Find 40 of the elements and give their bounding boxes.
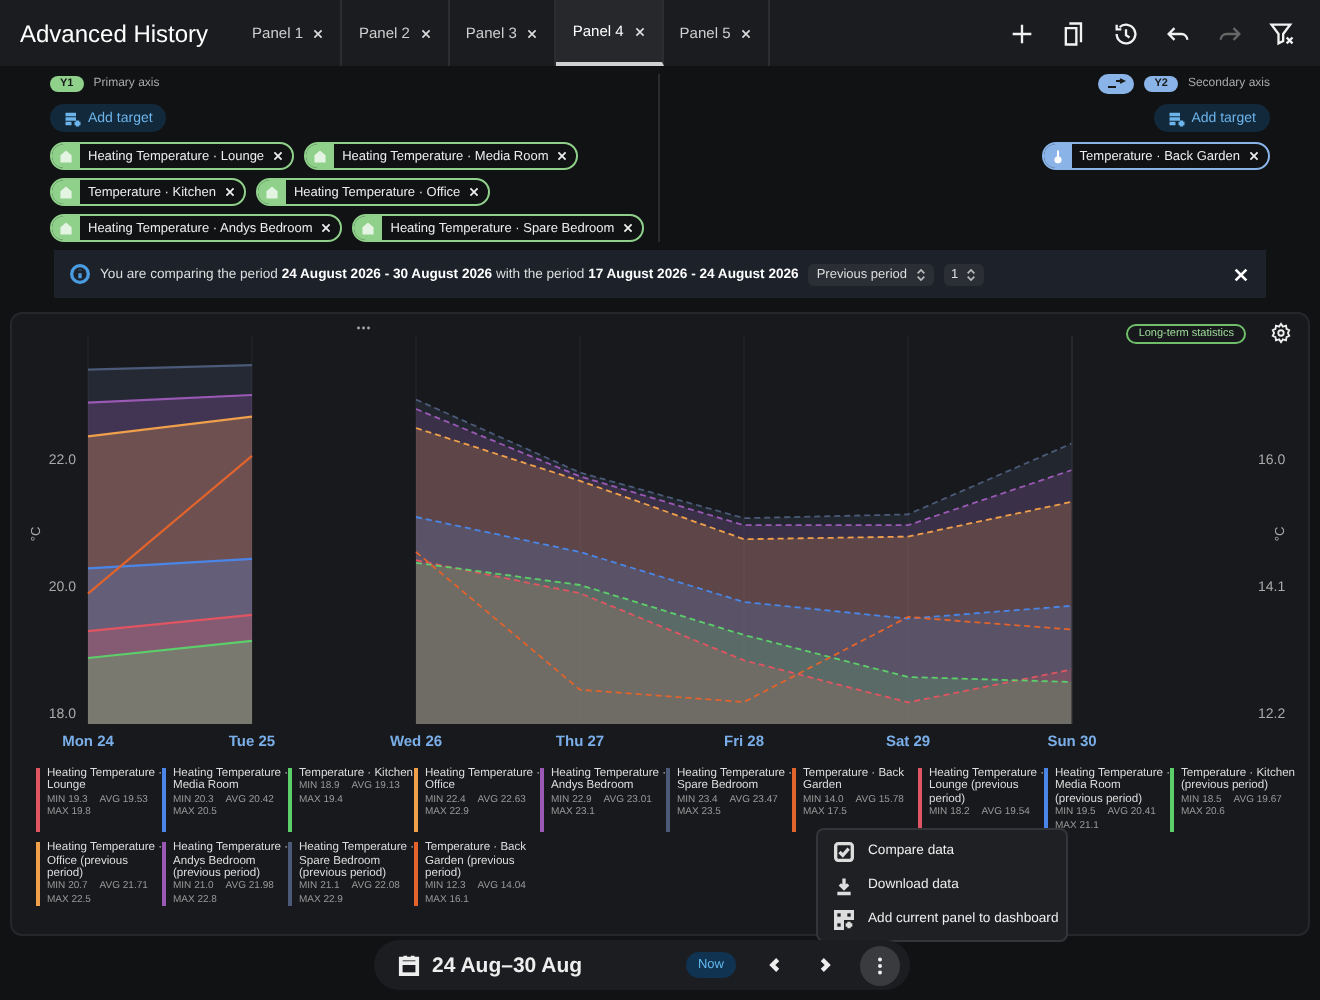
more-button[interactable]	[860, 945, 900, 985]
previous-icon[interactable]	[766, 956, 784, 974]
dashboard-add-icon	[834, 909, 854, 929]
download-icon	[834, 875, 854, 895]
house-icon	[58, 184, 74, 200]
drag-handle-icon[interactable]	[357, 326, 370, 330]
calendar-icon[interactable]	[398, 954, 420, 976]
filter-clear-icon[interactable]	[1268, 19, 1296, 47]
thermometer-icon	[1049, 148, 1066, 164]
next-icon[interactable]	[816, 956, 834, 974]
house-icon	[58, 220, 74, 236]
copy-icon[interactable]	[1060, 19, 1088, 47]
house-icon	[360, 220, 377, 236]
remove-icon[interactable]	[556, 150, 569, 162]
close-icon[interactable]	[740, 27, 753, 39]
remove-icon[interactable]	[622, 222, 635, 234]
date-range[interactable]: 24 Aug–30 Aug	[432, 953, 583, 977]
house-icon	[58, 148, 74, 164]
add-list-icon	[1167, 109, 1186, 127]
house-icon	[312, 148, 329, 164]
add-list-icon	[64, 109, 82, 127]
close-icon[interactable]	[633, 25, 646, 37]
page-title: Advanced History	[18, 19, 211, 47]
settings-icon[interactable]	[1270, 322, 1292, 344]
spinner-icon	[966, 267, 977, 281]
spinner-icon	[915, 267, 925, 281]
remove-icon[interactable]	[1248, 150, 1260, 162]
info-icon	[70, 264, 90, 284]
close-icon[interactable]	[419, 27, 432, 39]
close-icon[interactable]	[526, 27, 539, 39]
remove-icon[interactable]	[223, 186, 236, 198]
checkbox[interactable]	[834, 841, 854, 861]
house-icon	[263, 184, 280, 200]
remove-icon[interactable]	[468, 186, 481, 198]
close-icon[interactable]	[312, 27, 325, 39]
add-icon[interactable]	[1008, 19, 1036, 47]
history-icon[interactable]	[1112, 19, 1140, 47]
axis-swap-icon[interactable]	[1098, 74, 1135, 94]
remove-icon[interactable]	[272, 150, 285, 162]
remove-icon[interactable]	[320, 222, 333, 234]
